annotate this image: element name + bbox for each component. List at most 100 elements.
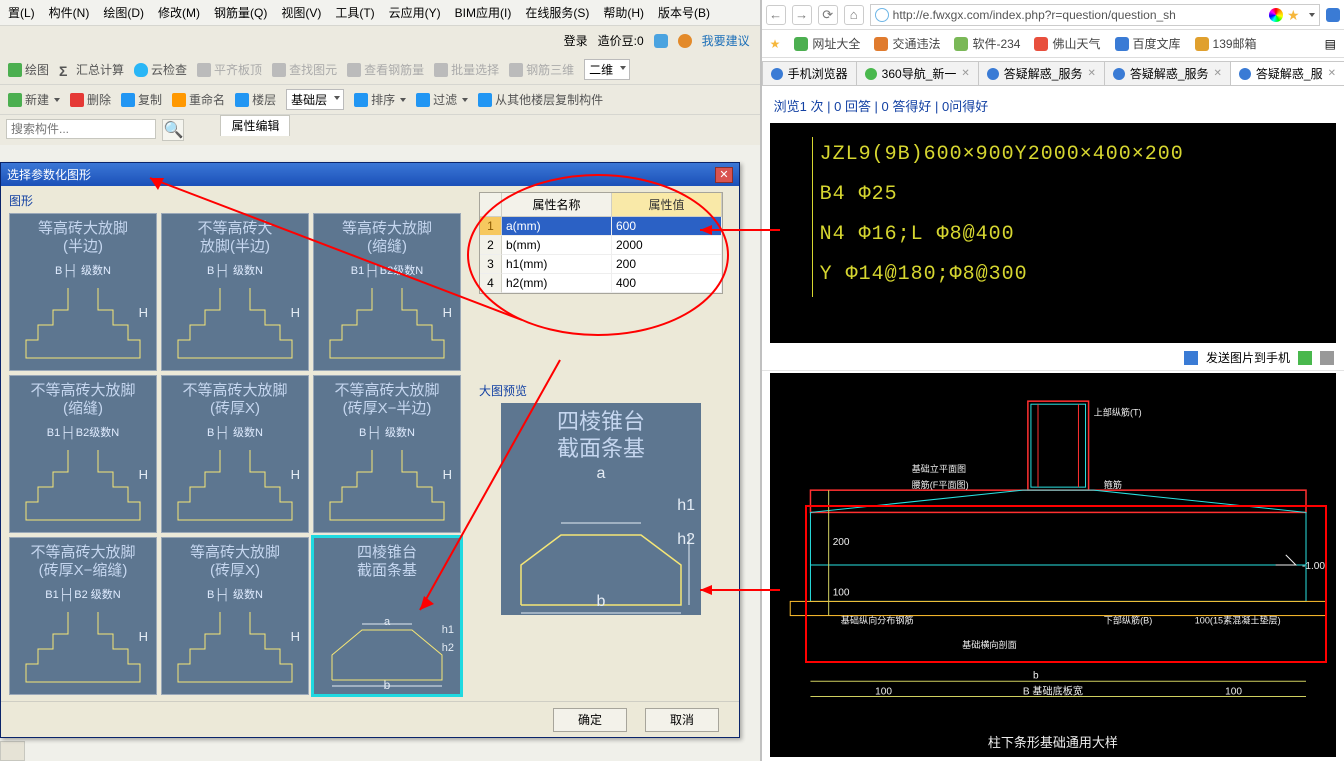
menu-item[interactable]: 云应用(Y) (389, 4, 441, 21)
login-link[interactable]: 登录 (564, 32, 588, 49)
param-row[interactable]: 4h2(mm)400 (480, 274, 722, 293)
menu-item[interactable]: 版本号(B) (658, 4, 710, 21)
menu-item[interactable]: 置(L) (8, 4, 35, 21)
param-row[interactable]: 2b(mm)2000 (480, 236, 722, 255)
browser-tab[interactable]: 答疑解惑_服务✕ (978, 61, 1105, 85)
search-area: 🔍 (0, 115, 190, 145)
new-icon (8, 93, 22, 107)
dialog-titlebar[interactable]: 选择参数化图形 ✕ (1, 163, 739, 186)
menu-item[interactable]: 绘图(D) (103, 4, 144, 21)
component-search-input[interactable] (6, 119, 156, 139)
cloud-check-btn[interactable]: 云检查 (134, 61, 187, 78)
bookmark-item[interactable]: 佛山天气 (1034, 35, 1100, 52)
new-btn[interactable]: 新建 (8, 91, 60, 108)
copy-icon (121, 93, 135, 107)
close-icon[interactable]: ✕ (1328, 68, 1336, 79)
menu-item[interactable]: 修改(M) (158, 4, 200, 21)
sum-btn[interactable]: Σ汇总计算 (59, 61, 124, 78)
shape-card[interactable]: 不等高砖大放脚(缩缝)B1├┤B2级数NH (9, 375, 157, 533)
close-icon[interactable]: ✕ (1087, 68, 1095, 79)
sort-btn[interactable]: 排序 (354, 91, 406, 108)
bookmark-overflow[interactable]: ▤ (1325, 37, 1336, 51)
filter-icon (416, 93, 430, 107)
filter-btn[interactable]: 过滤 (416, 91, 468, 108)
sort-icon (354, 93, 368, 107)
suggest-link[interactable]: 我要建议 (702, 32, 750, 49)
bookmark-star[interactable]: ★ (770, 37, 781, 51)
shape-card[interactable]: 等高砖大放脚(缩缝)B1├┤B2级数NH (313, 213, 461, 371)
color-icon[interactable] (1269, 8, 1283, 22)
menu-item[interactable]: 钢筋量(Q) (214, 4, 267, 21)
draw-btn[interactable]: 绘图 (8, 61, 49, 78)
shape-card[interactable]: 等高砖大放脚(砖厚X)B├┤ 级数NH (161, 537, 309, 695)
chevron-down-icon[interactable] (1309, 13, 1315, 17)
bookmark-item[interactable]: 交通违法 (874, 35, 940, 52)
menu-item[interactable]: 工具(T) (335, 4, 374, 21)
menu-item[interactable]: 在线服务(S) (525, 4, 589, 21)
url-box[interactable]: ★ (870, 4, 1320, 26)
dialog-footer: 确定 取消 (1, 701, 739, 737)
batch-sel-btn[interactable]: 批量选择 (434, 61, 499, 78)
user-icon[interactable] (678, 34, 692, 48)
rebar-3d-btn[interactable]: 钢筋三维 (509, 61, 574, 78)
view-rebar-btn[interactable]: 查看钢筋量 (347, 61, 424, 78)
bookmark-item[interactable]: 软件-234 (954, 35, 1020, 52)
close-icon[interactable]: ✕ (715, 167, 733, 183)
menu-item[interactable]: 构件(N) (49, 4, 90, 21)
menu-item[interactable]: 视图(V) (281, 4, 321, 21)
rename-btn[interactable]: 重命名 (172, 91, 225, 108)
prop-edit-tabgroup: 属性编辑 (220, 117, 290, 145)
forward-button[interactable]: → (792, 5, 812, 25)
bookmark-item[interactable]: 139邮箱 (1195, 35, 1257, 52)
copy-btn[interactable]: 复制 (121, 91, 162, 108)
floor-combo[interactable]: 基础层 (286, 89, 344, 110)
save-icon[interactable] (1298, 351, 1312, 365)
chevron-down-icon (400, 98, 406, 102)
browser-tab[interactable]: 答疑解惑_服务✕ (1104, 61, 1231, 85)
chevron-down-icon (620, 66, 626, 70)
param-row[interactable]: 3h1(mm)200 (480, 255, 722, 274)
more-icon[interactable] (1320, 351, 1334, 365)
url-input[interactable] (893, 8, 1265, 22)
param-row[interactable]: 1a(mm)600 (480, 217, 722, 236)
chevron-down-icon (462, 98, 468, 102)
shape-card[interactable]: 四棱锥台截面条基ah1h2b (313, 537, 461, 695)
ok-button[interactable]: 确定 (553, 708, 627, 732)
shape-card[interactable]: 不等高砖大放脚(砖厚X−半边)B├┤ 级数NH (313, 375, 461, 533)
browser-tab[interactable]: 手机浏览器 (762, 61, 857, 85)
shape-card[interactable]: 不等高砖大放脚(砖厚X−缩缝)B1├┤B2 级数NH (9, 537, 157, 695)
search-button[interactable]: 🔍 (162, 119, 184, 141)
menu-item[interactable]: 帮助(H) (603, 4, 644, 21)
bookmark-item[interactable]: 网址大全 (794, 35, 860, 52)
prop-edit-tab[interactable]: 属性编辑 (220, 115, 290, 136)
cancel-button[interactable]: 取消 (645, 708, 719, 732)
send-to-phone-button[interactable]: 发送图片到手机 (1206, 349, 1290, 366)
copy-floor-btn[interactable]: 从其他楼层复制构件 (478, 91, 603, 108)
reload-button[interactable]: ⟳ (818, 5, 838, 25)
shape-card[interactable]: 不等高砖大放脚(砖厚X)B├┤ 级数NH (161, 375, 309, 533)
close-icon[interactable]: ✕ (961, 68, 969, 79)
extension-icon[interactable] (1326, 8, 1340, 22)
svg-text:基础立平面图: 基础立平面图 (911, 463, 966, 474)
close-icon[interactable]: ✕ (1214, 68, 1222, 79)
star-icon[interactable]: ★ (1287, 7, 1303, 23)
drawing-svg: -1.00 200 100 上部纵筋(T) 基础立平面图 腰筋(F平面图) 箍筋… (770, 373, 1336, 757)
floor-icon (235, 93, 249, 107)
view-mode-combo[interactable]: 二维 (584, 59, 630, 80)
bottom-tab[interactable] (0, 741, 25, 761)
find-btn[interactable]: 查找图元 (272, 61, 337, 78)
shape-card[interactable]: 等高砖大放脚(半边)B├┤ 级数NH (9, 213, 157, 371)
toolbar-primary: 绘图 Σ汇总计算 云检查 平齐板顶 查找图元 查看钢筋量 批量选择 钢筋三维 二… (0, 55, 760, 85)
menu-item[interactable]: BIM应用(I) (455, 4, 512, 21)
notify-icon[interactable] (654, 34, 668, 48)
home-button[interactable]: ⌂ (844, 5, 864, 25)
browser-tab[interactable]: 答疑解惑_服✕ (1230, 61, 1344, 85)
back-button[interactable]: ← (766, 5, 786, 25)
floor-btn[interactable]: 楼层 (235, 91, 276, 108)
delete-btn[interactable]: 删除 (70, 91, 111, 108)
flat-btn[interactable]: 平齐板顶 (197, 61, 262, 78)
browser-tab[interactable]: 360导航_新一✕ (856, 61, 979, 85)
bookmark-item[interactable]: 百度文库 (1115, 35, 1181, 52)
svg-text:上部纵筋(T): 上部纵筋(T) (1093, 406, 1141, 417)
shape-card[interactable]: 不等高砖大放脚(半边)B├┤ 级数NH (161, 213, 309, 371)
